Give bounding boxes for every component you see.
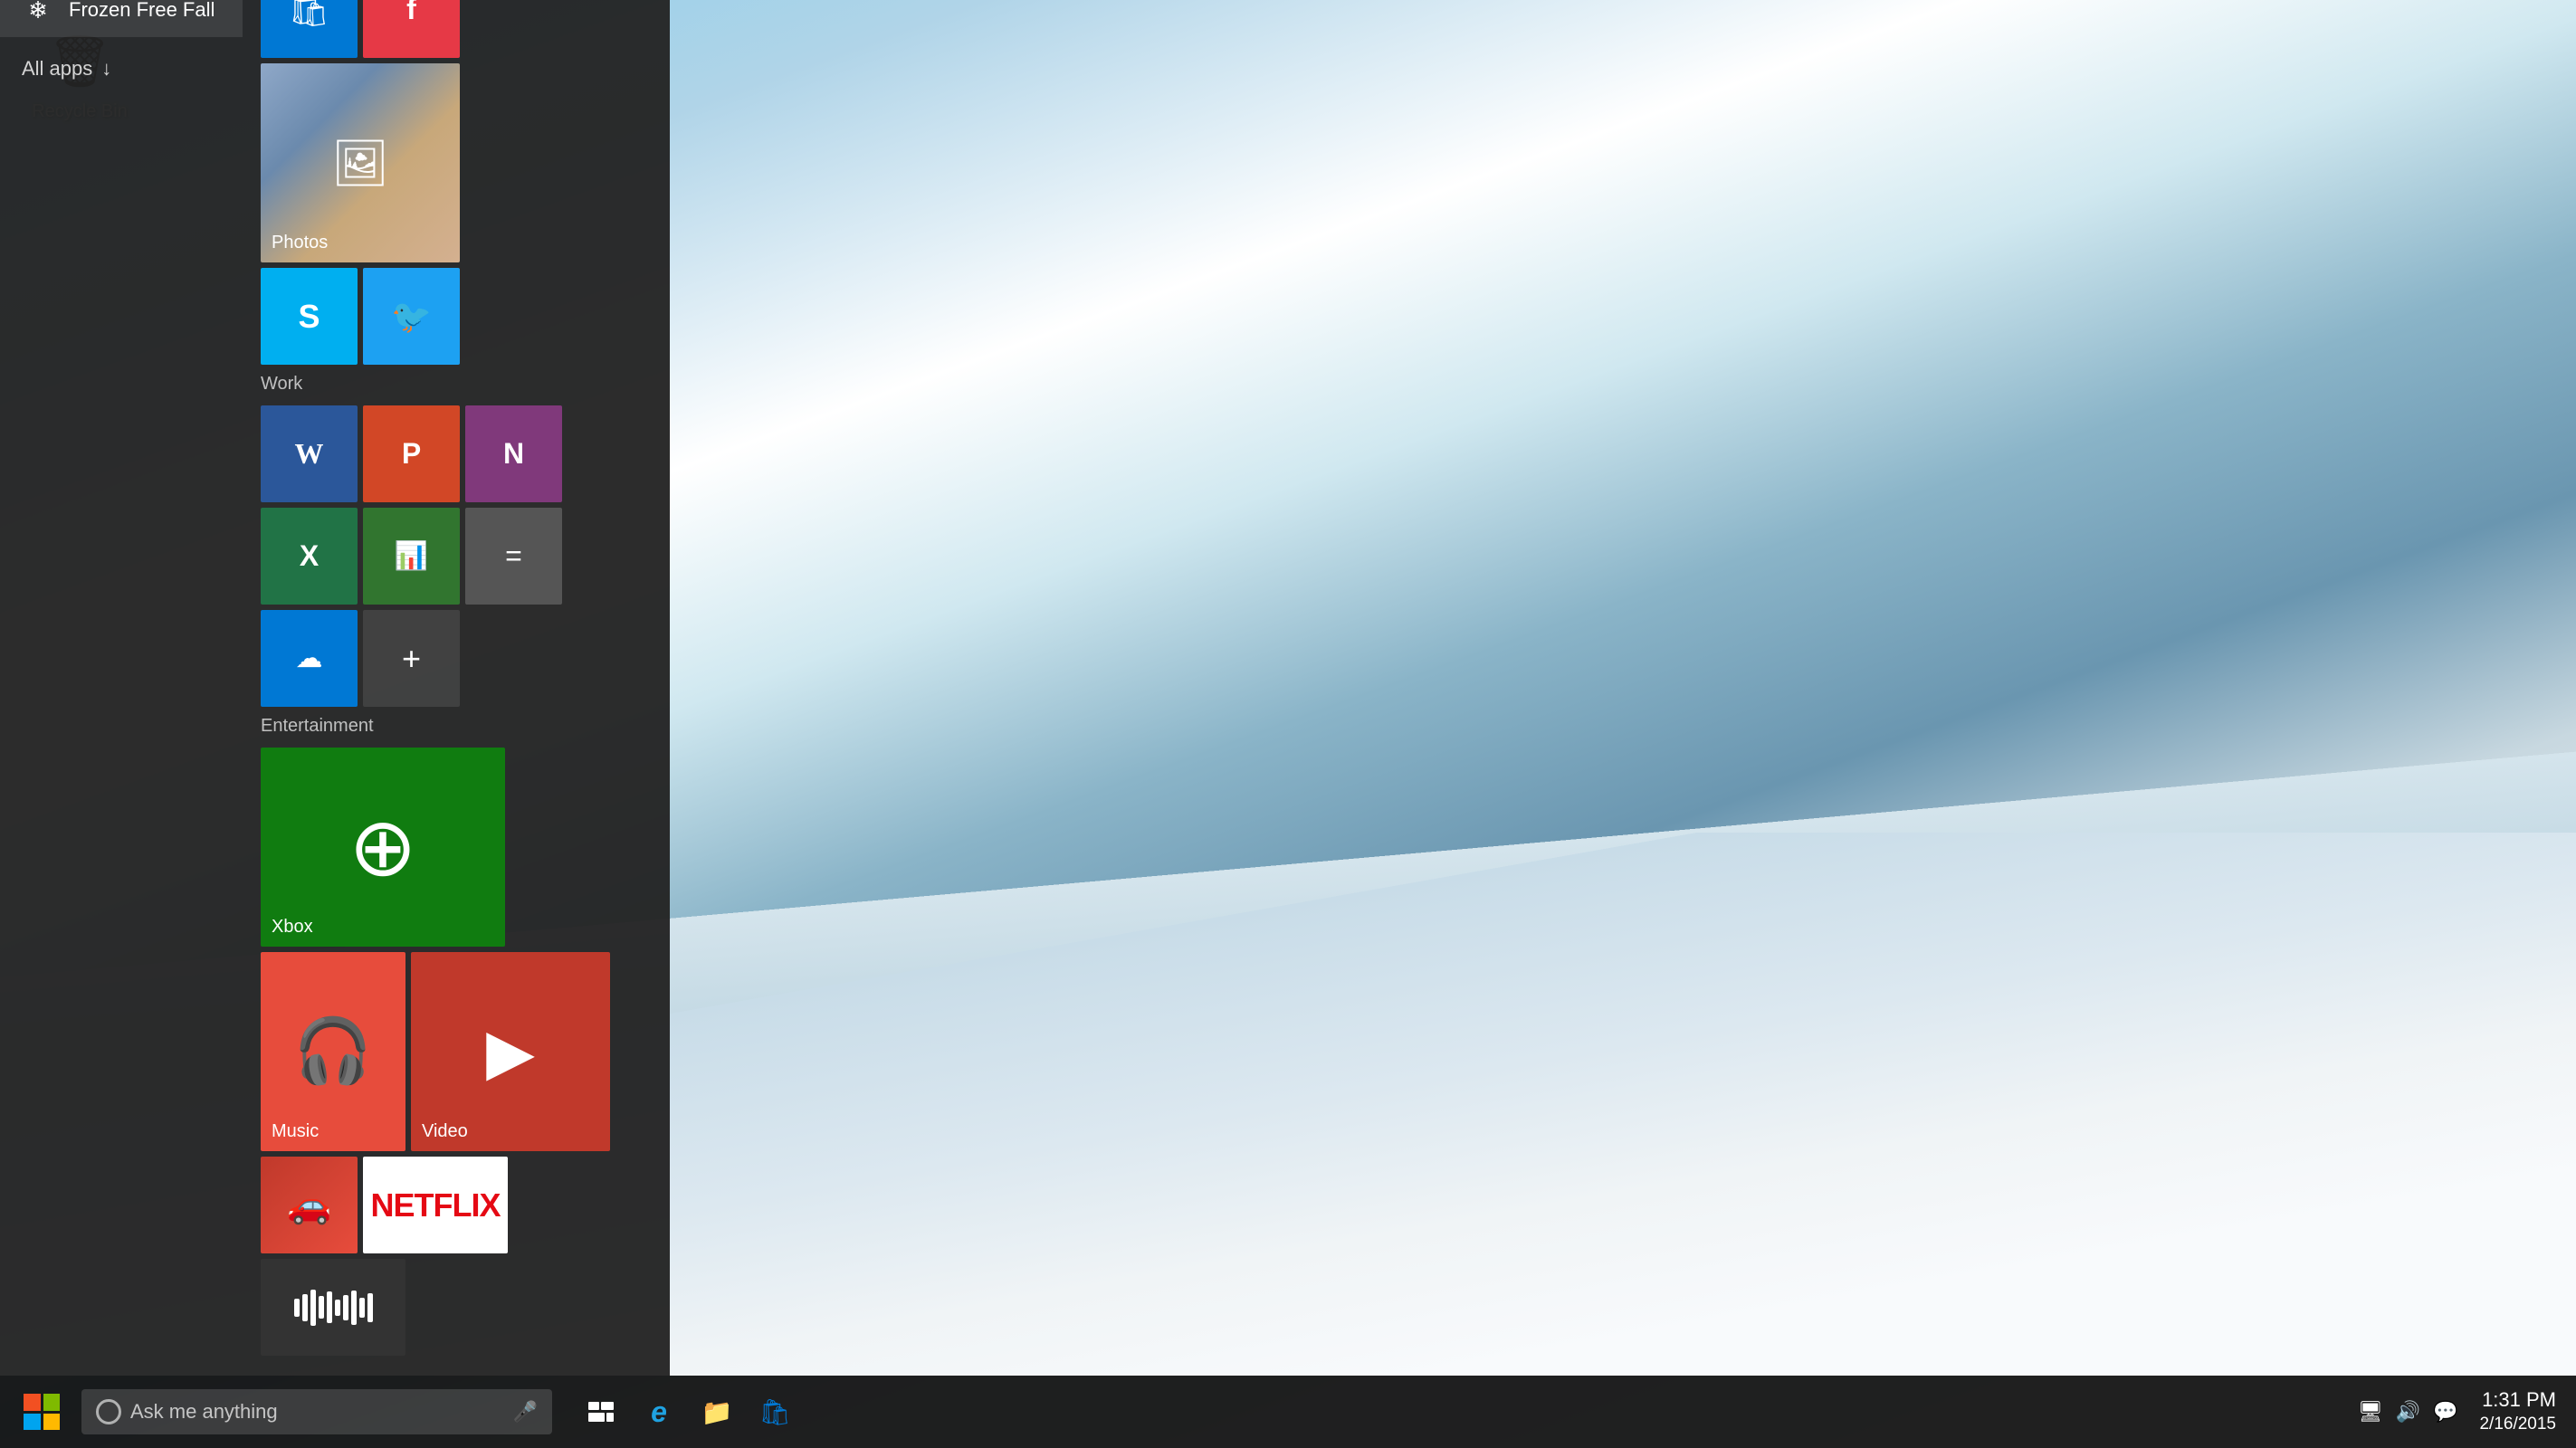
search-bar[interactable]: Ask me anything 🎤 bbox=[81, 1389, 552, 1434]
windows-logo bbox=[24, 1394, 60, 1430]
notifications-icon[interactable]: 💬 bbox=[2429, 1396, 2461, 1427]
tile-word[interactable]: W bbox=[261, 405, 358, 502]
ie-icon: e bbox=[651, 1396, 667, 1429]
sidebar-item-frozen[interactable]: ❄ Frozen Free Fall bbox=[0, 0, 243, 37]
win-logo-blue bbox=[24, 1414, 41, 1431]
microphone-icon[interactable]: 🎤 bbox=[513, 1400, 538, 1424]
win-logo-red bbox=[24, 1394, 41, 1411]
all-apps-arrow: ↓ bbox=[101, 57, 111, 81]
xbox-label: Xbox bbox=[272, 917, 313, 938]
tile-groove[interactable] bbox=[261, 1259, 405, 1356]
entertainment-section-label: Entertainment bbox=[261, 716, 652, 737]
start-menu-body: Places 📁 File Explorer 📄 Documents ⚙ Set… bbox=[0, 0, 670, 1376]
project-icon: 📊 bbox=[395, 540, 428, 572]
frozen-icon: ❄ bbox=[22, 0, 54, 26]
calc-tile-icon: = bbox=[505, 539, 522, 573]
tile-store[interactable]: 🛍 bbox=[261, 0, 358, 58]
start-button[interactable] bbox=[9, 1379, 74, 1444]
tile-powerpoint[interactable]: P bbox=[363, 405, 460, 502]
start-left-panel: Places 📁 File Explorer 📄 Documents ⚙ Set… bbox=[0, 0, 243, 1376]
taskbar: Ask me anything 🎤 e 📁 🛍 🖥 🔊 💬 bbox=[0, 1376, 2576, 1448]
tile-calculator-work[interactable]: = bbox=[465, 508, 562, 605]
store-tile-icon: 🛍 bbox=[289, 0, 330, 29]
store-taskbar-icon: 🛍 bbox=[758, 1397, 791, 1427]
photos-image-icon: 🖼 bbox=[331, 137, 388, 190]
all-apps-label: All apps bbox=[22, 57, 92, 81]
groove-waveform bbox=[294, 1290, 373, 1326]
netflix-label: NETFLIX bbox=[371, 1186, 501, 1224]
cars-icon: 🚗 bbox=[287, 1184, 332, 1226]
tile-project[interactable]: 📊 bbox=[363, 508, 460, 605]
tray-icons: 🖥 🔊 💬 bbox=[2354, 1396, 2462, 1427]
internet-explorer-button[interactable]: e bbox=[632, 1385, 686, 1439]
start-menu: 👩 Miranda Tech Preview ⏻ ⤢ Places 📁 File… bbox=[0, 0, 670, 1376]
task-view-button[interactable] bbox=[574, 1385, 628, 1439]
word-tile-icon: W bbox=[295, 437, 324, 471]
tile-xbox[interactable]: ⊕ Xbox bbox=[261, 748, 505, 947]
video-label: Video bbox=[422, 1121, 468, 1142]
tile-netflix[interactable]: NETFLIX bbox=[363, 1157, 508, 1253]
network-icon[interactable]: 🖥 bbox=[2354, 1396, 2387, 1427]
add-icon: + bbox=[402, 640, 421, 678]
twitter-icon: 🐦 bbox=[391, 298, 432, 336]
onenote-icon: N bbox=[503, 437, 524, 471]
tile-twitter[interactable]: 🐦 bbox=[363, 268, 460, 365]
tiles-row-work: W P N X 📊 = ☁ bbox=[261, 405, 652, 707]
tile-flipboard[interactable]: f bbox=[363, 0, 460, 58]
onedrive-tile-icon: ☁ bbox=[296, 643, 323, 674]
win-logo-green bbox=[43, 1394, 61, 1411]
work-section-label: Work bbox=[261, 374, 652, 395]
music-label: Music bbox=[272, 1121, 319, 1142]
file-explorer-taskbar-button[interactable]: 📁 bbox=[690, 1385, 744, 1439]
video-icon: ▶ bbox=[486, 1015, 535, 1089]
win-logo-yellow bbox=[43, 1414, 61, 1431]
search-placeholder: Ask me anything bbox=[130, 1400, 278, 1424]
skype-icon: S bbox=[298, 298, 320, 336]
photos-label: Photos bbox=[272, 233, 328, 253]
tile-video[interactable]: ▶ Video bbox=[411, 952, 610, 1151]
volume-icon[interactable]: 🔊 bbox=[2392, 1396, 2424, 1427]
tiles-row-second-b: S 🐦 bbox=[261, 268, 652, 365]
tile-skype[interactable]: S bbox=[261, 268, 358, 365]
xbox-icon: ⊕ bbox=[348, 800, 416, 895]
flipboard-icon: f bbox=[406, 0, 416, 26]
system-clock[interactable]: 1:31 PM 2/16/2015 bbox=[2468, 1387, 2567, 1435]
tiles-row-second: 👥 💬 5 🗺 Maps 🛍 bbox=[261, 0, 652, 262]
tile-cars[interactable]: 🚗 bbox=[261, 1157, 358, 1253]
photos-container: 🖼 Photos bbox=[261, 63, 460, 262]
clock-date: 2/16/2015 bbox=[2479, 1414, 2556, 1436]
search-icon bbox=[96, 1399, 121, 1424]
powerpoint-icon: P bbox=[402, 437, 421, 471]
start-tiles-panel: Welcome Miranda! How can I help you toda… bbox=[243, 0, 670, 1376]
frozen-label: Frozen Free Fall bbox=[69, 0, 215, 22]
taskbar-apps: e 📁 🛍 bbox=[574, 1385, 802, 1439]
tile-photos[interactable]: 🖼 Photos bbox=[261, 63, 460, 262]
tiles-row-entertainment: ⊕ Xbox 🎧 Music ▶ Video bbox=[261, 748, 652, 1151]
tile-excel[interactable]: X bbox=[261, 508, 358, 605]
store-taskbar-button[interactable]: 🛍 bbox=[748, 1385, 802, 1439]
tile-music[interactable]: 🎧 Music bbox=[261, 952, 405, 1151]
all-apps-button[interactable]: All apps ↓ bbox=[0, 44, 243, 93]
file-explorer-taskbar-icon: 📁 bbox=[701, 1397, 733, 1427]
clock-time: 1:31 PM bbox=[2479, 1387, 2556, 1414]
music-icon: 🎧 bbox=[293, 1015, 372, 1089]
tiles-row-bottom: 🚗 NETFLIX bbox=[261, 1157, 652, 1356]
tile-onenote[interactable]: N bbox=[465, 405, 562, 502]
excel-icon: X bbox=[300, 539, 319, 573]
system-tray: 🖥 🔊 💬 1:31 PM 2/16/2015 bbox=[2354, 1387, 2567, 1435]
tile-onedrive[interactable]: ☁ bbox=[261, 610, 358, 707]
tile-add[interactable]: + bbox=[363, 610, 460, 707]
task-view-icon bbox=[588, 1402, 614, 1422]
